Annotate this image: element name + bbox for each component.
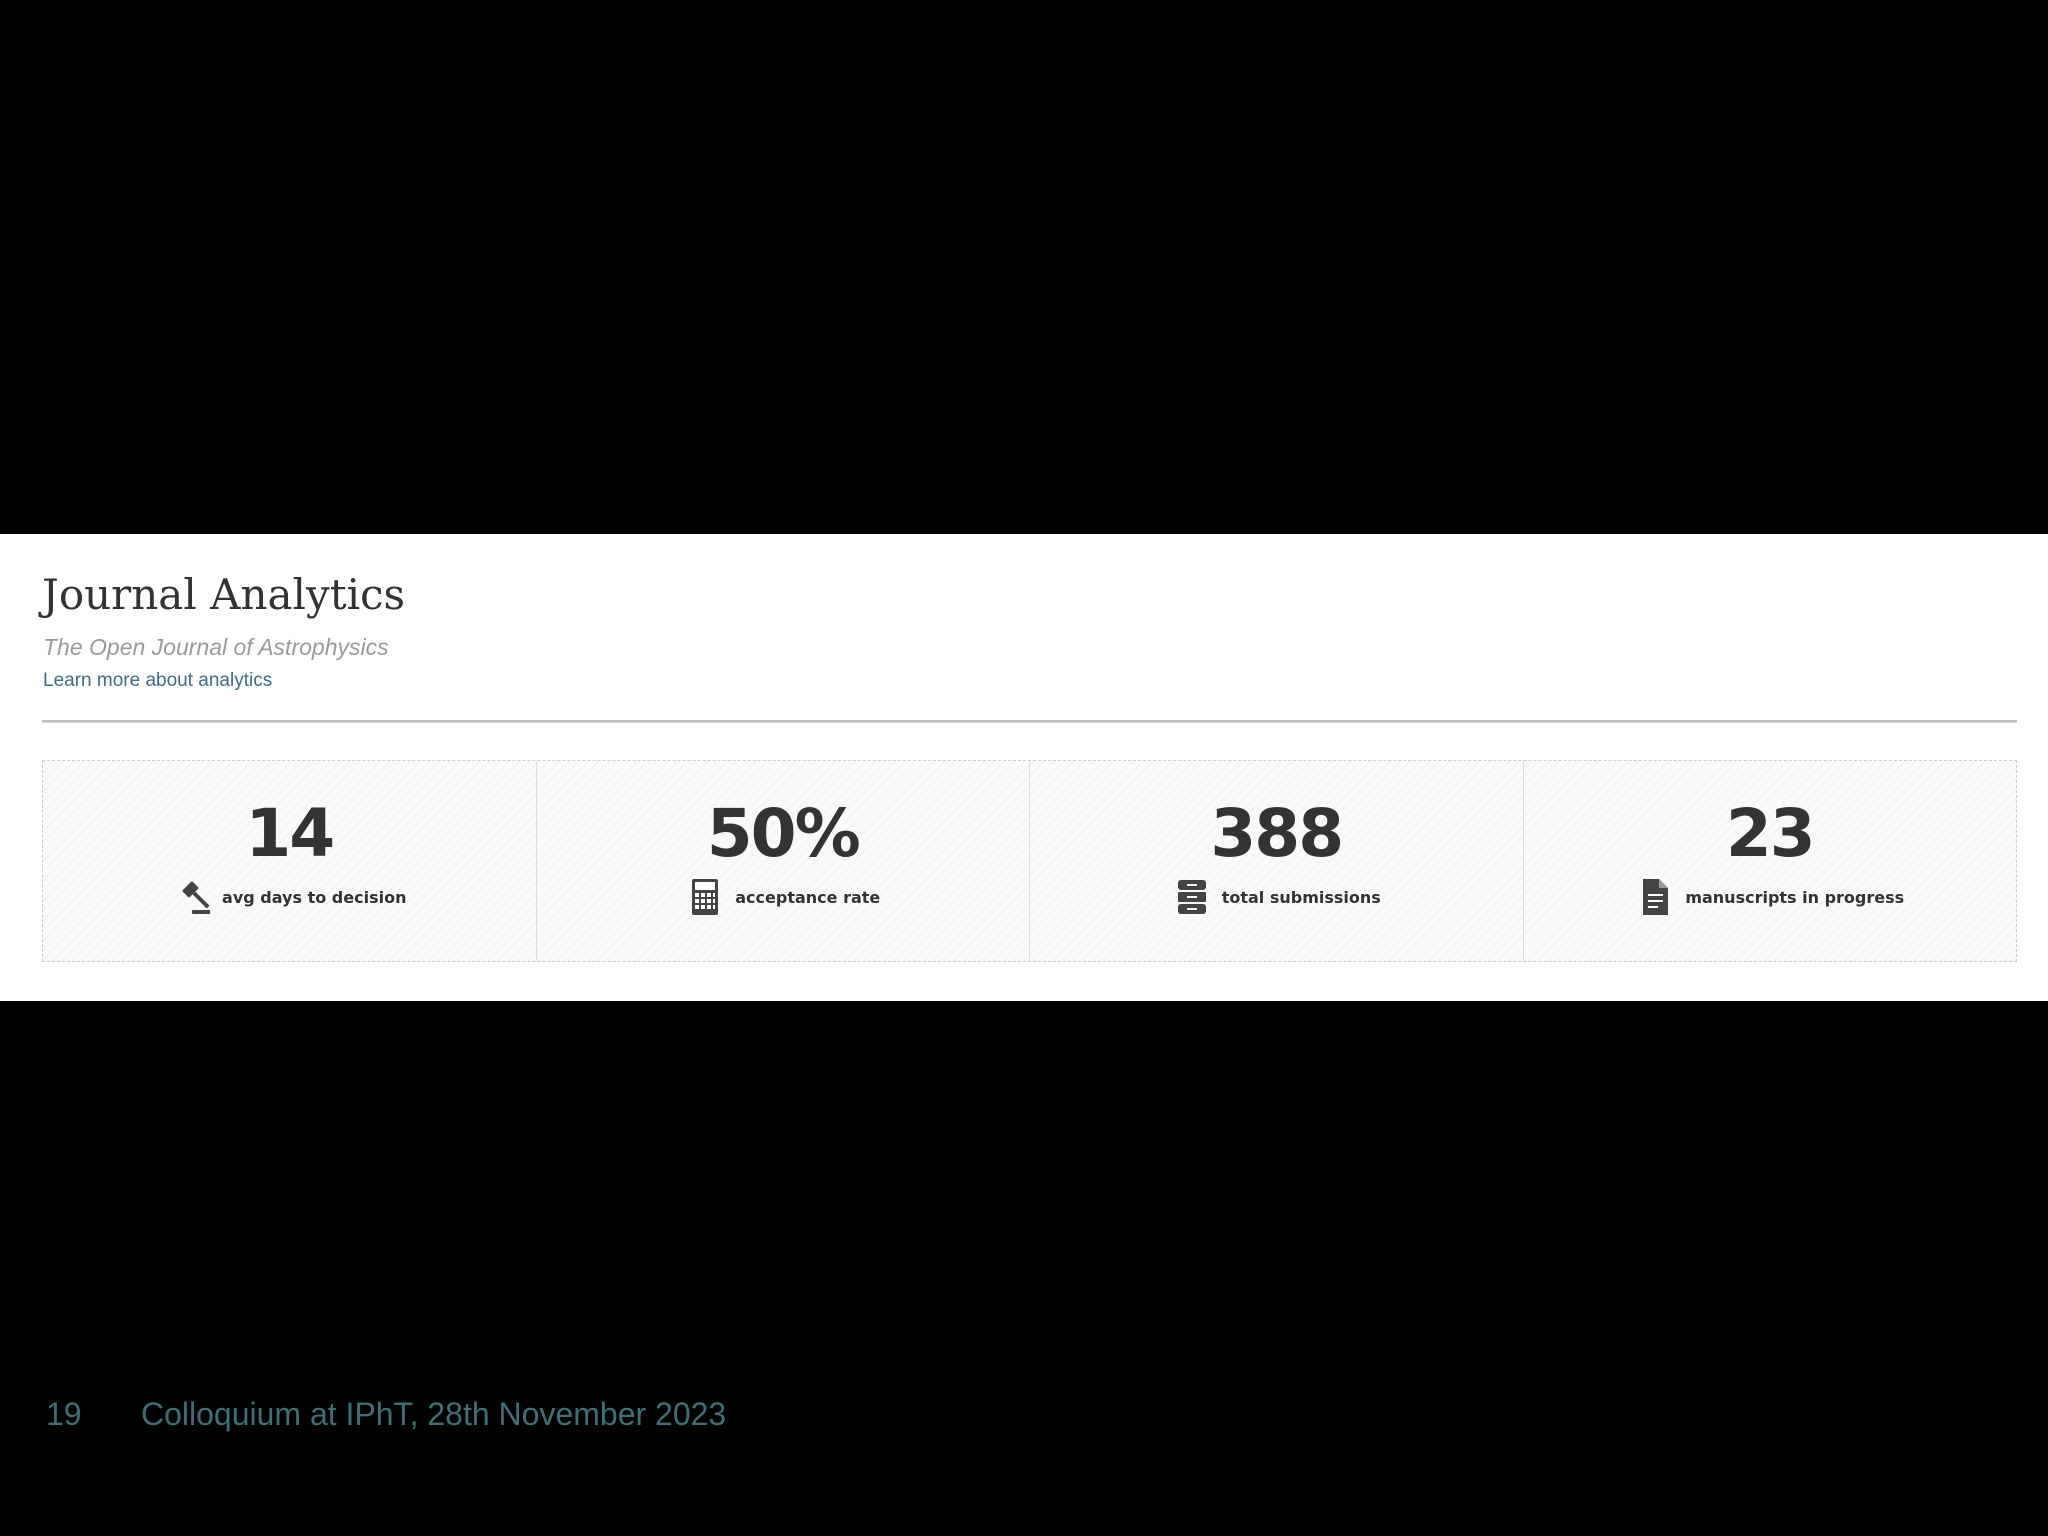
stat-label: total submissions (1221, 887, 1381, 907)
stat-value: 50% (706, 795, 861, 872)
slide-footer: Colloquium at IPhT, 28th November 2023 (141, 1396, 727, 1432)
stat-acceptance-rate: 50% acceptance rate (537, 761, 1030, 961)
stat-value: 388 (1210, 795, 1344, 872)
stat-value: 14 (245, 795, 335, 872)
archive-drawers-icon (1177, 880, 1206, 914)
stat-manuscripts-in-progress: 23 manuscripts in progress (1524, 761, 2017, 961)
stat-label: manuscripts in progress (1685, 887, 1905, 907)
journal-name: The Open Journal of Astrophysics (43, 634, 389, 660)
page-title: Journal Analytics (42, 570, 406, 619)
slide-number: 19 (46, 1396, 82, 1432)
stat-caption: manuscripts in progress (1524, 877, 2017, 917)
stat-caption: avg days to decision (43, 877, 536, 917)
header-divider (42, 720, 2017, 723)
stat-caption: total submissions (1030, 877, 1523, 917)
stat-avg-days: 14 avg days to decision (43, 761, 537, 961)
stat-label: acceptance rate (735, 887, 881, 907)
journal-analytics-panel: Journal Analytics The Open Journal of As… (0, 534, 2048, 1001)
gavel-icon (182, 881, 211, 914)
stat-total-submissions: 388 total submissions (1030, 761, 1524, 961)
stat-value: 23 (1725, 795, 1816, 872)
stats-row: 14 avg days to decision 50% acceptance r… (42, 760, 2017, 962)
calculator-icon (692, 879, 719, 915)
stat-caption: acceptance rate (537, 877, 1030, 917)
document-icon (1643, 879, 1669, 915)
stat-label: avg days to decision (222, 887, 407, 907)
learn-more-link[interactable]: Learn more about analytics (43, 670, 272, 692)
